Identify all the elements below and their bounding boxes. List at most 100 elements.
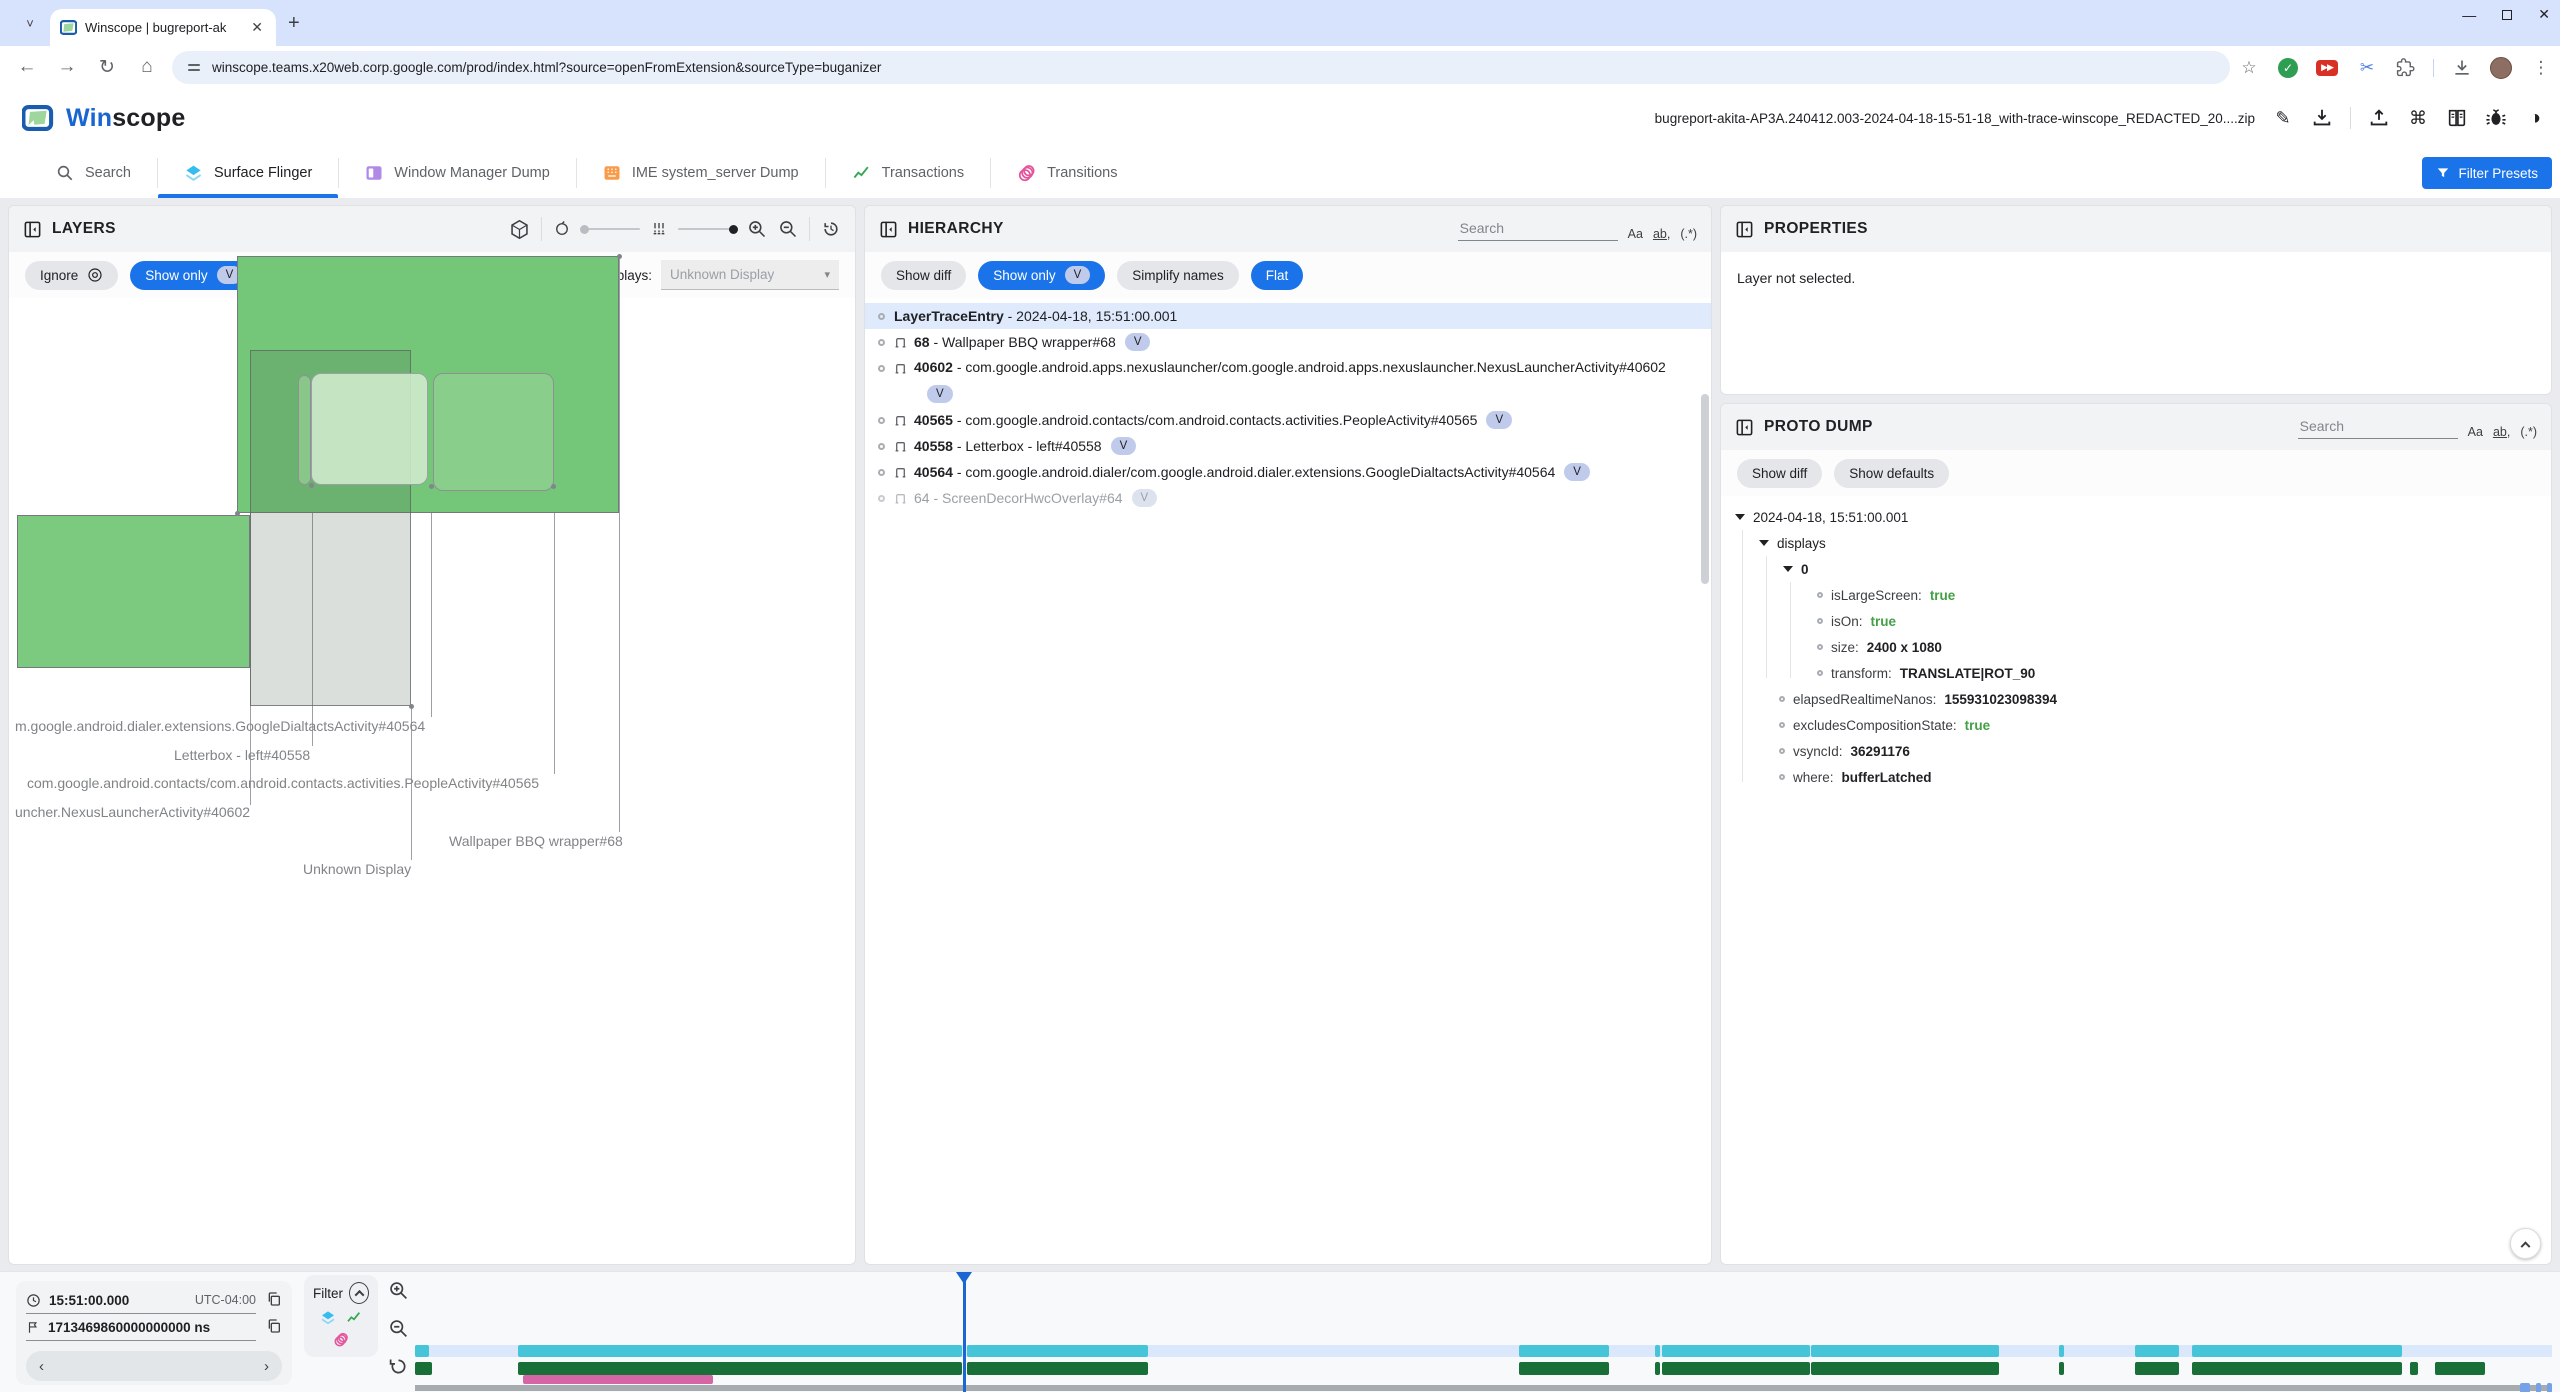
show-defaults-button[interactable]: Show defaults xyxy=(1834,459,1949,488)
reset-view-icon[interactable] xyxy=(821,219,841,239)
dark-mode-toggle-icon[interactable]: ◑ xyxy=(2524,107,2546,129)
playhead-handle[interactable] xyxy=(956,1272,972,1284)
report-bug-icon[interactable] xyxy=(2485,107,2507,129)
documentation-book-icon[interactable] xyxy=(2446,107,2468,129)
simplify-names-button[interactable]: Simplify names xyxy=(1117,261,1239,290)
match-word-icon[interactable]: ab, xyxy=(2493,425,2510,439)
regex-icon[interactable]: (.*) xyxy=(2520,425,2537,439)
proto-leaf[interactable]: vsyncId:36291176 xyxy=(1721,738,2551,764)
ignore-highlight-button[interactable]: Ignore xyxy=(25,261,118,290)
app-title: Winscope xyxy=(66,104,185,133)
downloads-icon[interactable] xyxy=(2452,58,2472,78)
layers-title: LAYERS xyxy=(52,220,116,238)
tab-surface-flinger[interactable]: Surface Flinger xyxy=(158,148,338,198)
tree-row[interactable]: 40558 - Letterbox - left#40558 V xyxy=(865,433,1711,459)
proto-leaf[interactable]: size:2400 x 1080 xyxy=(1721,634,2551,660)
timeline-tracks[interactable] xyxy=(0,1272,2560,1392)
tree-row[interactable]: 40602 - com.google.android.apps.nexuslau… xyxy=(865,355,1711,381)
tab-search-chevron-icon[interactable]: ˅ xyxy=(16,9,44,37)
download-trace-icon[interactable] xyxy=(2311,107,2333,129)
collapse-panel-icon[interactable] xyxy=(1735,220,1754,239)
extension-check-icon[interactable]: ✓ xyxy=(2278,58,2298,78)
back-icon[interactable]: ← xyxy=(12,52,42,82)
display-select[interactable]: Unknown Display▾ xyxy=(661,260,839,290)
window-minimize-button[interactable]: — xyxy=(2462,7,2476,23)
layers-canvas[interactable]: m.google.android.dialer.extensions.Googl… xyxy=(9,298,855,1264)
address-bar[interactable]: winscope.teams.x20web.corp.google.com/pr… xyxy=(172,51,2230,84)
corner-dot xyxy=(409,704,414,709)
layer-rect[interactable] xyxy=(311,373,428,485)
reload-icon[interactable]: ↻ xyxy=(92,52,122,82)
extension-scissors-icon[interactable]: ✂ xyxy=(2356,57,2378,79)
collapse-arrow-icon[interactable] xyxy=(1735,514,1745,520)
browser-tab[interactable]: Winscope | bugreport-ak ✕ xyxy=(50,9,276,46)
proto-leaf[interactable]: where:bufferLatched xyxy=(1721,764,2551,790)
shortcuts-icon[interactable]: ⌘ xyxy=(2407,107,2429,129)
show-only-visible-button[interactable]: Show onlyV xyxy=(978,261,1105,290)
tab-close-icon[interactable]: ✕ xyxy=(248,19,266,36)
forward-icon[interactable]: → xyxy=(52,52,82,82)
spacing-slider[interactable] xyxy=(678,228,736,230)
proto-leaf[interactable]: elapsedRealtimeNanos:155931023098394 xyxy=(1721,686,2551,712)
proto-leaf[interactable]: excludesCompositionState:true xyxy=(1721,712,2551,738)
tree-row[interactable]: 68 - Wallpaper BBQ wrapper#68 V xyxy=(865,329,1711,355)
match-case-icon[interactable]: Aa xyxy=(2468,425,2483,439)
new-tab-button[interactable]: + xyxy=(288,12,300,35)
upload-icon[interactable] xyxy=(2368,107,2390,129)
bookmark-star-icon[interactable]: ☆ xyxy=(2238,57,2260,79)
tab-window-manager-dump[interactable]: Window Manager Dump xyxy=(339,148,576,198)
collapse-panel-icon[interactable] xyxy=(23,220,42,239)
tree-row-root[interactable]: LayerTraceEntry - 2024-04-18, 15:51:00.0… xyxy=(865,303,1711,329)
node-bullet xyxy=(1779,696,1785,702)
extensions-puzzle-icon[interactable] xyxy=(2396,58,2415,77)
edit-pencil-icon[interactable]: ✎ xyxy=(2272,107,2294,129)
flat-button[interactable]: Flat xyxy=(1251,261,1304,290)
window-restore-button[interactable] xyxy=(2502,10,2512,20)
tree-row[interactable]: 40565 - com.google.android.contacts/com.… xyxy=(865,407,1711,433)
show-diff-button[interactable]: Show diff xyxy=(1737,459,1822,488)
zoom-in-icon[interactable] xyxy=(747,219,767,239)
playhead-line[interactable] xyxy=(963,1280,966,1392)
tab-ime-dump[interactable]: IME system_server Dump xyxy=(577,148,825,198)
collapse-arrow-icon[interactable] xyxy=(1783,566,1793,572)
tree-row[interactable]: 64 - ScreenDecorHwcOverlay#64 V xyxy=(865,485,1711,511)
proto-leaf[interactable]: isOn:true xyxy=(1721,608,2551,634)
collapse-arrow-icon[interactable] xyxy=(1759,540,1769,546)
layer-label: Letterbox - left#40558 xyxy=(174,747,310,763)
site-settings-icon[interactable] xyxy=(188,64,200,71)
timeline-scrollbar[interactable] xyxy=(415,1385,2552,1391)
hierarchy-search-input[interactable]: Search xyxy=(1458,218,1618,241)
hierarchy-scrollbar[interactable] xyxy=(1701,394,1709,584)
show-diff-button[interactable]: Show diff xyxy=(881,261,966,290)
match-case-icon[interactable]: Aa xyxy=(1628,227,1643,241)
extension-media-icon[interactable]: ▶▶ xyxy=(2316,60,2338,76)
layer-rect[interactable] xyxy=(298,375,311,485)
rotation-slider[interactable] xyxy=(582,228,640,230)
layer-rect[interactable] xyxy=(433,373,554,491)
tab-transactions[interactable]: Transactions xyxy=(826,148,990,198)
proto-node[interactable]: 0 xyxy=(1721,556,2551,582)
proto-leaf[interactable]: isLargeScreen:true xyxy=(1721,582,2551,608)
proto-search-input[interactable]: Search xyxy=(2298,416,2458,439)
window-close-button[interactable]: ✕ xyxy=(2538,6,2550,23)
zoom-out-icon[interactable] xyxy=(778,219,798,239)
transactions-track-segment xyxy=(2135,1362,2179,1375)
filter-presets-button[interactable]: Filter Presets xyxy=(2422,157,2552,189)
collapse-panel-icon[interactable] xyxy=(879,220,898,239)
regex-icon[interactable]: (.*) xyxy=(1680,227,1697,241)
profile-avatar[interactable] xyxy=(2490,57,2512,79)
tab-transitions[interactable]: Transitions xyxy=(991,148,1143,198)
hierarchy-tree: LayerTraceEntry - 2024-04-18, 15:51:00.0… xyxy=(865,298,1711,511)
layer-rect[interactable] xyxy=(17,515,250,668)
browser-menu-icon[interactable]: ⋮ xyxy=(2530,57,2552,79)
expand-timeline-button[interactable] xyxy=(2510,1228,2541,1259)
tree-row[interactable]: 40564 - com.google.android.dialer/com.go… xyxy=(865,459,1711,485)
3d-view-icon[interactable] xyxy=(509,219,530,240)
home-icon[interactable]: ⌂ xyxy=(132,52,162,82)
collapse-panel-icon[interactable] xyxy=(1735,418,1754,437)
proto-node[interactable]: 2024-04-18, 15:51:00.001 xyxy=(1721,504,2551,530)
match-word-icon[interactable]: ab, xyxy=(1653,227,1670,241)
proto-leaf[interactable]: transform:TRANSLATE|ROT_90 xyxy=(1721,660,2551,686)
proto-node[interactable]: displays xyxy=(1721,530,2551,556)
tab-search[interactable]: Search xyxy=(30,148,157,198)
